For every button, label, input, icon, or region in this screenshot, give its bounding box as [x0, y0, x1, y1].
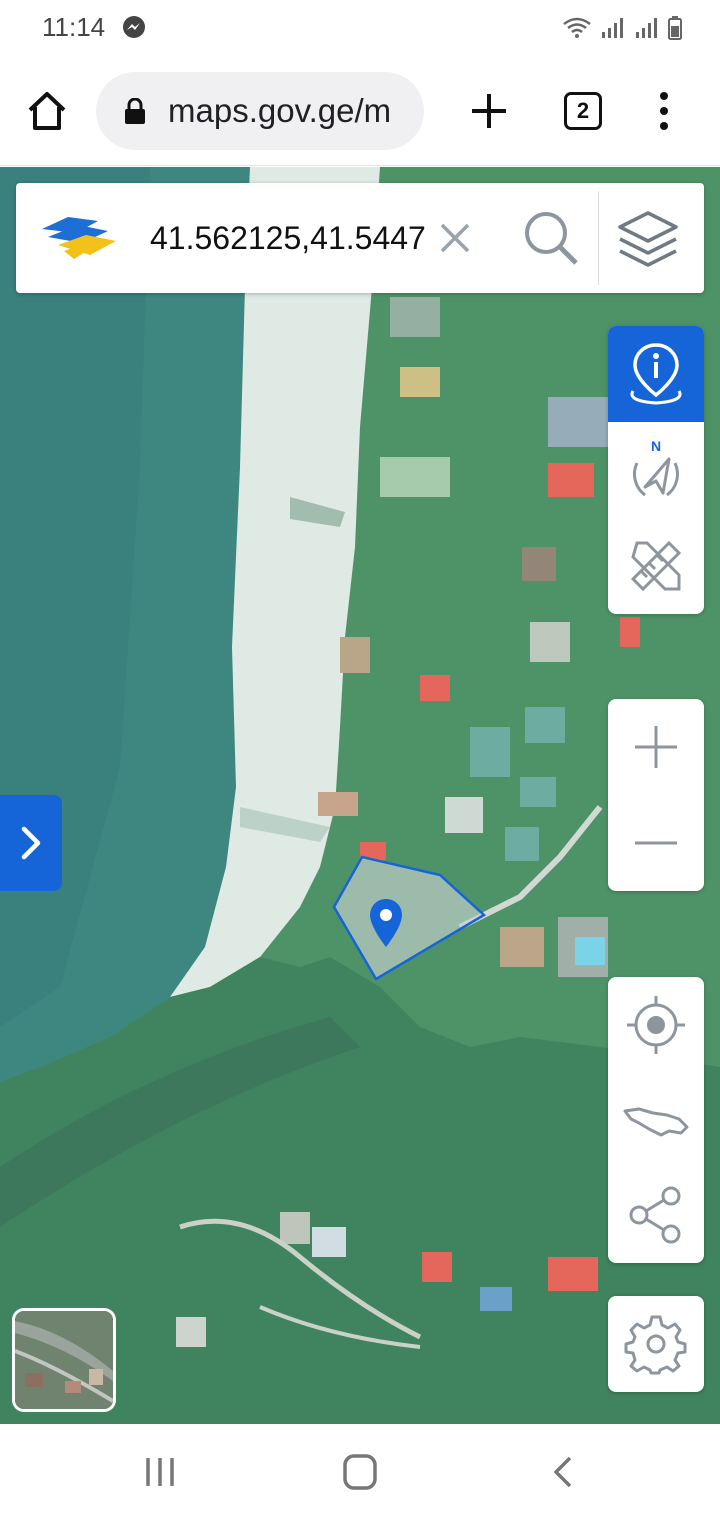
- home-icon[interactable]: [24, 88, 70, 134]
- tabs-button[interactable]: 2: [564, 92, 602, 130]
- measure-button[interactable]: [608, 518, 704, 614]
- search-card: [16, 183, 704, 293]
- home-circle-icon[interactable]: [340, 1454, 380, 1490]
- search-icon[interactable]: [520, 207, 582, 269]
- location-pin-icon[interactable]: [368, 897, 404, 949]
- basemap-preview: [15, 1311, 113, 1409]
- gear-icon: [624, 1315, 687, 1375]
- basemap-thumbnail[interactable]: [12, 1308, 116, 1412]
- georgia-map-icon: [623, 1107, 689, 1137]
- browser-toolbar: maps.gov.ge/m 2: [0, 56, 720, 166]
- status-time: 11:14: [42, 12, 106, 42]
- messenger-icon: [123, 16, 145, 38]
- system-nav-bar: [0, 1424, 720, 1520]
- settings-group: [608, 1296, 704, 1392]
- zoom-in-icon: [635, 726, 677, 768]
- location-group: [608, 977, 704, 1263]
- back-icon[interactable]: [544, 1454, 584, 1490]
- layers-icon[interactable]: [614, 205, 682, 273]
- address-bar[interactable]: maps.gov.ge/m: [96, 72, 424, 150]
- ruler-pencil-icon: [630, 540, 682, 592]
- info-button[interactable]: [608, 326, 704, 422]
- country-extent-button[interactable]: [608, 1072, 704, 1168]
- zoom-out-button[interactable]: [608, 795, 704, 891]
- share-button[interactable]: [608, 1167, 704, 1263]
- wifi-icon: [563, 17, 591, 38]
- settings-button[interactable]: [608, 1296, 704, 1392]
- recent-apps-icon[interactable]: [140, 1454, 180, 1490]
- status-icons: [562, 14, 682, 40]
- my-location-button[interactable]: [608, 977, 704, 1073]
- svg-text:N: N: [651, 438, 661, 454]
- screen: 11:14 maps.gov.ge/m 2 41.562125,41.5447 …: [0, 0, 720, 1520]
- status-bar: 11:14: [0, 0, 720, 56]
- share-icon: [629, 1186, 681, 1244]
- logo[interactable]: [38, 211, 122, 267]
- battery-icon: [668, 16, 682, 40]
- chevron-right-icon: [21, 826, 41, 860]
- my-location-icon: [627, 996, 685, 1054]
- zoom-out-icon: [635, 841, 677, 845]
- divider: [598, 191, 599, 285]
- url-text: maps.gov.ge/m: [168, 92, 392, 129]
- signal-icon: [636, 18, 657, 38]
- compass-icon: N: [633, 438, 679, 497]
- zoom-group: [608, 699, 704, 891]
- more-vert-icon[interactable]: [650, 88, 678, 134]
- side-panel-toggle[interactable]: [0, 795, 62, 891]
- search-input[interactable]: [150, 213, 432, 263]
- info-pin-icon: [630, 343, 682, 405]
- zoom-in-button[interactable]: [608, 699, 704, 795]
- plus-icon[interactable]: [466, 88, 512, 134]
- signal-icon: [602, 18, 623, 38]
- lock-icon: [125, 98, 145, 124]
- close-icon[interactable]: [436, 219, 474, 257]
- map-tools-group: N: [608, 326, 704, 614]
- compass-button[interactable]: N: [608, 422, 704, 518]
